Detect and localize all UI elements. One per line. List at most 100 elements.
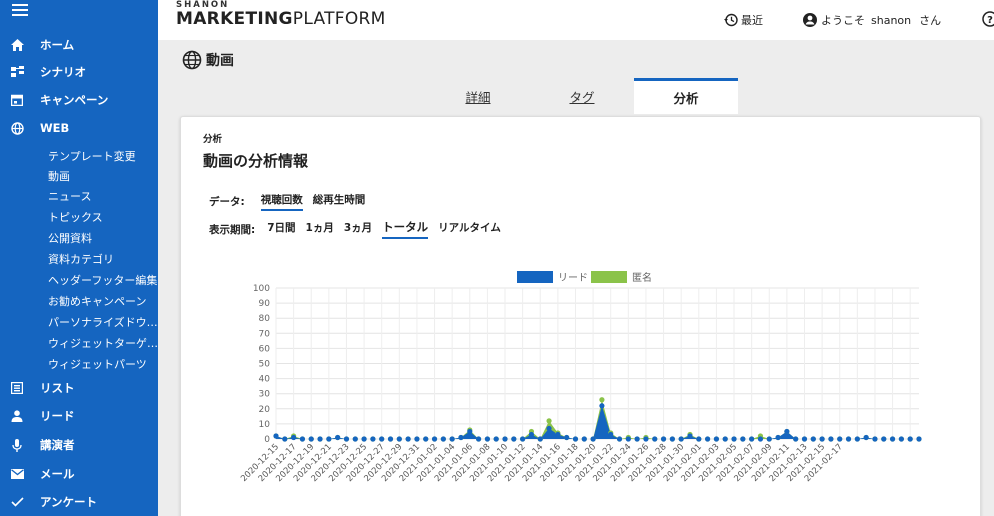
- point-lead: [405, 436, 411, 442]
- sub-item-video[interactable]: 動画: [48, 168, 158, 184]
- point-lead: [423, 436, 429, 442]
- y-tick-label: 30: [259, 390, 271, 400]
- tab-label: 詳細: [465, 89, 491, 105]
- point-lead: [616, 436, 623, 442]
- tab-tags[interactable]: タグ: [530, 78, 634, 114]
- sidebar-item-label: 講演者: [40, 438, 75, 452]
- account-icon: [803, 13, 817, 27]
- tab-label: タグ: [569, 89, 595, 105]
- sidebar-item-scenario[interactable]: シナリオ: [0, 59, 158, 85]
- top-header: SHANON MARKETINGPLATFORM 最近 ようこそ shanon …: [158, 0, 994, 40]
- point-lead: [881, 436, 887, 442]
- point-lead: [343, 436, 350, 442]
- sub-item-header-footer[interactable]: ヘッダーフッター編集: [48, 272, 158, 288]
- point-lead: [713, 436, 720, 442]
- point-lead: [308, 436, 314, 442]
- legend-swatch-lead: [517, 271, 553, 283]
- tab-label: 分析: [673, 91, 699, 106]
- brand-marketing: MARKETING: [176, 9, 293, 29]
- y-tick-label: 80: [259, 314, 271, 324]
- point-lead: [291, 434, 297, 441]
- sub-item-news[interactable]: ニュース: [48, 188, 158, 204]
- sub-item-widget-parts[interactable]: ウィジェットパーツ: [48, 356, 158, 372]
- point-lead: [757, 436, 764, 442]
- sidebar-item-label: シナリオ: [40, 65, 86, 79]
- recent-button[interactable]: 最近: [724, 12, 763, 28]
- chart-grid: [275, 287, 919, 440]
- sidebar-item-web[interactable]: WEB: [0, 115, 158, 141]
- menu-toggle-icon[interactable]: [12, 4, 28, 16]
- history-icon: [724, 13, 738, 27]
- point-lead: [546, 425, 552, 432]
- sub-item-recommended[interactable]: お勧めキャンペーン: [48, 293, 158, 309]
- point-lead: [810, 436, 816, 442]
- tab-analysis[interactable]: 分析: [634, 78, 738, 114]
- y-tick-label: 0: [264, 435, 270, 445]
- y-tick-label: 40: [259, 375, 271, 385]
- sub-item-template[interactable]: テンプレート変更: [48, 148, 158, 164]
- point-lead: [669, 436, 675, 442]
- point-lead: [634, 436, 640, 442]
- point-lead: [273, 433, 279, 439]
- sidebar-item-label: キャンペーン: [40, 93, 109, 107]
- sidebar-item-list[interactable]: リスト: [0, 375, 158, 401]
- sub-item-personalized[interactable]: パーソナライズドウ…: [48, 314, 158, 330]
- list-icon: [10, 381, 24, 395]
- y-tick-label: 60: [259, 344, 271, 354]
- y-tick-label: 50: [259, 360, 271, 370]
- point-lead: [784, 428, 790, 435]
- point-lead: [467, 428, 473, 435]
- point-lead: [493, 436, 499, 442]
- point-lead: [643, 436, 649, 442]
- point-lead: [361, 436, 367, 442]
- sidebar-item-home[interactable]: ホーム: [0, 32, 158, 58]
- point-lead: [749, 436, 755, 442]
- sub-item-doc-category[interactable]: 資料カテゴリ: [48, 251, 158, 267]
- point-lead: [475, 436, 482, 442]
- point-lead: [352, 436, 358, 442]
- point-lead: [370, 436, 376, 442]
- point-lead: [863, 434, 869, 441]
- point-lead: [599, 403, 605, 409]
- point-lead: [731, 436, 737, 442]
- point-lead: [564, 434, 570, 441]
- legend-label-lead: リード: [558, 273, 588, 284]
- legend-label-anonymous: 匿名: [632, 271, 652, 284]
- point-lead: [379, 436, 385, 442]
- sidebar-item-label: アンケート: [40, 495, 98, 509]
- sidebar-item-lead[interactable]: リード: [0, 403, 158, 429]
- point-lead: [828, 436, 834, 442]
- sidebar-item-speaker[interactable]: 講演者: [0, 432, 158, 458]
- point-lead: [572, 436, 579, 442]
- brand-logo[interactable]: MARKETINGPLATFORM: [176, 9, 386, 29]
- point-lead: [837, 436, 843, 442]
- y-tick-label: 100: [253, 284, 270, 294]
- point-lead: [705, 436, 711, 442]
- point-lead: [889, 436, 896, 442]
- views-chart: リード 匿名 0 10 20 30 40 50 60 70 80 90 100 2020-12-152…: [239, 271, 922, 484]
- sub-item-topics[interactable]: トピックス: [48, 209, 158, 225]
- point-lead: [537, 436, 543, 442]
- point-anonymous: [599, 397, 605, 403]
- brand-platform: PLATFORM: [292, 9, 386, 29]
- point-lead: [581, 436, 587, 442]
- sidebar-item-campaign[interactable]: キャンペーン: [0, 87, 158, 113]
- y-tick-label: 20: [259, 405, 271, 415]
- calendar-icon: [10, 93, 24, 107]
- sidebar-item-survey[interactable]: アンケート: [0, 489, 158, 515]
- sidebar-item-label: ホーム: [40, 38, 75, 52]
- sidebar-item-label: リスト: [40, 381, 75, 395]
- sub-item-public-docs[interactable]: 公開資料: [48, 230, 158, 246]
- point-lead: [555, 431, 561, 438]
- point-lead: [854, 436, 860, 442]
- sub-item-widget-target[interactable]: ウィジェットターゲ…: [48, 335, 158, 351]
- point-lead: [520, 436, 526, 442]
- sidebar-item-mail[interactable]: メール: [0, 461, 158, 487]
- tab-details[interactable]: 詳細: [426, 78, 530, 114]
- help-icon[interactable]: ?: [982, 11, 994, 31]
- point-lead: [458, 434, 464, 441]
- microphone-icon: [10, 438, 24, 452]
- user-menu[interactable]: ようこそ shanon さん: [803, 12, 941, 28]
- point-lead: [775, 434, 781, 441]
- point-lead: [907, 436, 913, 442]
